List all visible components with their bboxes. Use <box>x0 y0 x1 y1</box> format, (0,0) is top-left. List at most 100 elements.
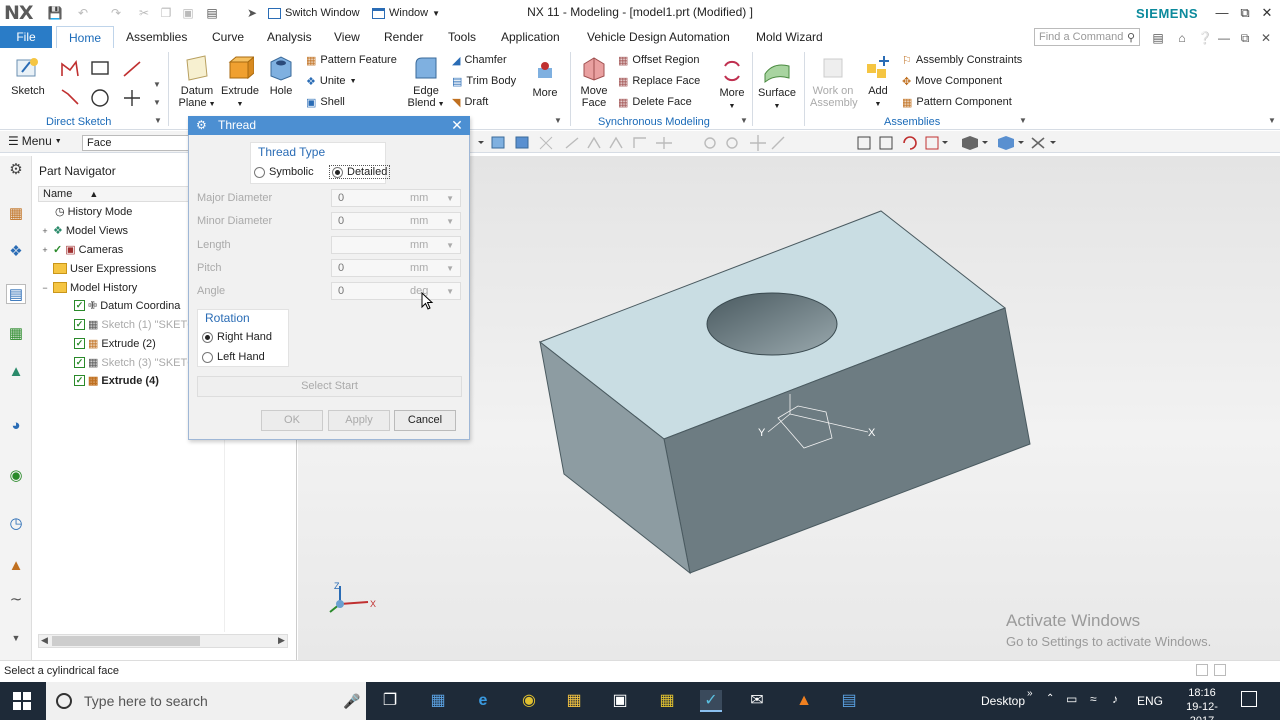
edge-blend-button[interactable]: Edge Blend ▼ <box>404 54 448 111</box>
status-icon[interactable] <box>1196 664 1208 676</box>
wifi-icon[interactable]: ≈ <box>1090 692 1097 706</box>
command-finder-input[interactable]: Find a Command ⚲ <box>1034 28 1140 46</box>
length-field[interactable]: mm ▼ <box>331 236 461 254</box>
chevron-right-icon[interactable]: » <box>1027 688 1033 699</box>
major-diameter-field[interactable]: 0 mm ▼ <box>331 189 461 207</box>
collapse-icon[interactable]: − <box>40 283 50 293</box>
chevron-down-icon[interactable]: ▼ <box>740 116 748 125</box>
scroll-right-icon[interactable]: ▶ <box>278 635 285 646</box>
offset-region-button[interactable]: ▦ Offset Region <box>618 52 699 68</box>
doc-minimize-icon[interactable]: — <box>1216 30 1232 46</box>
store-icon[interactable]: ▣ <box>609 690 631 712</box>
minor-diameter-field[interactable]: 0 mm ▼ <box>331 212 461 230</box>
add-component-button[interactable]: Add ▼ <box>862 54 894 111</box>
symbolic-radio[interactable]: Symbolic <box>254 166 314 178</box>
part-navigator-icon[interactable]: ▤ <box>6 284 26 304</box>
chevron-down-icon[interactable]: ▼ <box>154 116 162 125</box>
doc-close-icon[interactable]: ✕ <box>1258 30 1274 46</box>
unite-button[interactable]: ❖ Unite ▼ <box>306 73 357 89</box>
hd3d-tools-icon[interactable]: ▲ <box>6 362 26 382</box>
pattern-component-button[interactable]: ▦ Pattern Component <box>902 94 1012 110</box>
select-start-button[interactable]: Select Start <box>197 376 462 397</box>
chevron-down-icon[interactable]: ▼ <box>444 217 454 226</box>
doc-restore-icon[interactable]: ⧉ <box>1237 30 1253 46</box>
chevron-down-icon[interactable]: ▼ <box>444 264 454 273</box>
clock-icon[interactable]: ◷ <box>6 514 26 534</box>
tree-row-extrude-2[interactable]: ✓ ▦ Extrude (2) <box>74 334 156 353</box>
chevron-down-icon[interactable]: ▼ <box>444 241 454 250</box>
vlc-icon[interactable]: ▲ <box>793 690 815 712</box>
minimize-icon[interactable]: — <box>1212 3 1232 23</box>
repeat-command-icon[interactable]: ▤ <box>204 5 220 21</box>
help-icon[interactable]: ❔ <box>1197 30 1213 46</box>
checkbox-checked[interactable]: ✓ <box>74 319 85 330</box>
language-indicator[interactable]: ENG <box>1137 694 1163 708</box>
tree-row-extrude-4[interactable]: ✓ ▦ Extrude (4) <box>74 371 159 390</box>
tab-curve[interactable]: Curve <box>212 26 244 48</box>
chrome-icon[interactable]: ◉ <box>518 690 540 712</box>
restore-icon[interactable]: ⧉ <box>1235 3 1255 23</box>
move-component-button[interactable]: ✥ Move Component <box>902 73 1002 89</box>
tab-application[interactable]: Application <box>501 26 560 48</box>
pitch-field[interactable]: 0 mm ▼ <box>331 259 461 277</box>
tab-home[interactable]: Home <box>56 26 114 48</box>
checkbox-checked[interactable]: ✓ <box>74 338 85 349</box>
gear-icon[interactable]: ⚙ <box>6 160 26 180</box>
chevron-down-icon[interactable]: ▼ <box>1019 116 1027 125</box>
extrude-button[interactable]: Extrude ▼ <box>220 54 260 111</box>
nx-taskbar-icon[interactable]: ✓ <box>700 690 722 712</box>
cut-icon[interactable]: ✂ <box>136 5 152 21</box>
tab-vehicle-design-automation[interactable]: Vehicle Design Automation <box>587 26 730 48</box>
more-sync-button[interactable]: More ▼ <box>716 58 748 113</box>
chevron-down-icon[interactable]: ▼ <box>1268 116 1276 125</box>
fullscreen-icon[interactable] <box>1214 664 1226 676</box>
close-icon[interactable]: ✕ <box>1257 3 1277 23</box>
undo-icon[interactable]: ↶ <box>75 5 91 21</box>
datum-plane-button[interactable]: Datum Plane ▼ <box>176 54 218 111</box>
notifications-icon[interactable] <box>1241 691 1257 707</box>
home-icon[interactable]: ⌂ <box>1174 30 1190 46</box>
reuse-library-icon[interactable]: ▦ <box>6 324 26 344</box>
gear-icon[interactable]: ⚙ <box>196 118 207 132</box>
chevron-up-icon[interactable]: ⌃ <box>1046 693 1054 704</box>
chevron-down-icon[interactable]: ▼ <box>153 98 161 107</box>
taskbar-app-icon[interactable]: ▦ <box>656 690 678 712</box>
ribbon-options-icon[interactable]: ▤ <box>1150 30 1166 46</box>
taskbar-app-icon[interactable]: ▦ <box>427 690 449 712</box>
chamfer-button[interactable]: ◢ Chamfer <box>452 52 507 68</box>
copy-icon[interactable]: ❐ <box>158 5 174 21</box>
checkbox-checked[interactable]: ✓ <box>74 357 85 368</box>
tab-render[interactable]: Render <box>384 26 423 48</box>
thread-dialog-title[interactable]: Thread <box>188 116 470 135</box>
replace-face-button[interactable]: ▦ Replace Face <box>618 73 700 89</box>
history-icon[interactable]: ◉ <box>6 466 26 486</box>
navigator-scrollbar-thumb[interactable] <box>52 636 200 646</box>
windows-start-icon[interactable] <box>13 692 31 710</box>
palette-icon[interactable]: ▲ <box>6 556 26 576</box>
cancel-button[interactable]: Cancel <box>394 410 456 431</box>
more-feature-button[interactable]: More <box>528 58 562 99</box>
trim-body-button[interactable]: ▤ Trim Body <box>452 73 516 89</box>
tab-file[interactable]: File <box>0 26 52 48</box>
tree-row-cameras[interactable]: + ✓ ▣ Cameras <box>40 240 123 259</box>
tray-desktop-toolbar[interactable]: Desktop <box>981 694 1025 708</box>
taskbar-search-input[interactable]: Type here to search <box>46 682 366 720</box>
tab-assemblies[interactable]: Assemblies <box>126 26 187 48</box>
left-hand-radio[interactable]: Left Hand <box>202 351 265 363</box>
battery-icon[interactable]: ▭ <box>1066 692 1077 706</box>
menu-button[interactable]: ☰ Menu ▼ <box>8 134 62 148</box>
shell-button[interactable]: ▣ Shell <box>306 94 345 110</box>
tree-row-datum-csys[interactable]: ✓ ✙ Datum Coordina <box>74 296 180 315</box>
chevron-down-icon[interactable]: ▼ <box>444 287 454 296</box>
apply-button[interactable]: Apply <box>328 410 390 431</box>
mail-icon[interactable]: ✉ <box>746 690 768 712</box>
touch-mode-icon[interactable]: ➤ <box>244 5 260 21</box>
pattern-feature-button[interactable]: ▦ Pattern Feature <box>306 52 397 68</box>
microphone-icon[interactable]: 🎤 <box>343 693 360 710</box>
tree-row-sketch-1[interactable]: ✓ ▦ Sketch (1) "SKETC <box>74 315 195 334</box>
work-on-assembly-button[interactable]: Work on Assembly <box>810 54 858 109</box>
delete-face-button[interactable]: ▦ Delete Face <box>618 94 692 110</box>
window-menu-button[interactable]: Window ▼ <box>372 4 440 22</box>
checkbox-checked[interactable]: ✓ <box>74 300 85 311</box>
tab-tools[interactable]: Tools <box>448 26 476 48</box>
